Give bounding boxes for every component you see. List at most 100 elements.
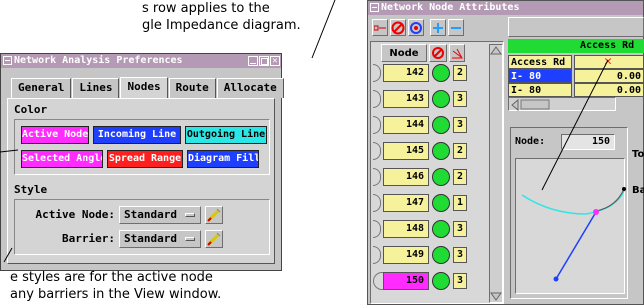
angle-column-header-icon[interactable] <box>449 44 465 62</box>
tab-allocate[interactable]: Allocate <box>216 78 284 98</box>
active-node-style-value: Standard <box>124 208 177 221</box>
refresh-icon[interactable] <box>408 19 424 36</box>
node-line-count[interactable]: 2 <box>453 143 467 159</box>
table-row[interactable]: Access Rd ✕ <box>508 55 644 69</box>
minimize-icon[interactable] <box>248 56 258 66</box>
node-id[interactable]: 143 <box>383 90 429 108</box>
node-row[interactable]: 144 3 <box>373 116 487 134</box>
node-row[interactable]: 143 3 <box>373 90 487 108</box>
tab-route[interactable]: Route <box>168 78 216 98</box>
node-line-count[interactable]: 3 <box>453 117 467 133</box>
node-grid-header: Node <box>381 44 491 62</box>
node-row[interactable]: 146 2 <box>373 168 487 186</box>
attributes-toolbar <box>370 17 504 39</box>
add-record-icon[interactable] <box>430 19 446 36</box>
attributes-window: Network Node Attributes Node 142 2 143 3… <box>367 0 644 305</box>
edit-style-pencil-icon[interactable] <box>205 230 223 248</box>
caption-top-line-2: gle Impedance diagram. <box>142 18 301 33</box>
record-handle[interactable] <box>373 116 381 134</box>
status-ok-icon <box>432 142 450 160</box>
node-row[interactable]: 148 3 <box>373 220 487 238</box>
dropdown-arrow-icon <box>185 213 195 217</box>
record-handle[interactable] <box>373 220 381 238</box>
nodes-tab-page: Color Active Node Incoming Line Outgoing L… <box>7 98 275 264</box>
node-id[interactable]: 145 <box>383 142 429 160</box>
node-row[interactable]: 147 1 <box>373 194 487 212</box>
select-mode-icon[interactable] <box>372 19 388 36</box>
node-label: Node: <box>515 136 546 147</box>
spread-range-color-button[interactable]: Spread Range <box>107 150 183 168</box>
caption-bottom-line-2: any barriers in the View window. <box>10 287 222 302</box>
status-ok-icon <box>432 168 450 186</box>
active-node-style-select[interactable]: Standard <box>119 206 201 224</box>
node-row[interactable]: 142 2 <box>373 64 487 82</box>
style-group: Active Node: Standard Barrier: Standard <box>14 199 270 255</box>
record-handle[interactable] <box>373 194 381 212</box>
caption-top-line-1: s row applies to the <box>142 1 270 16</box>
tab-general[interactable]: General <box>11 78 72 98</box>
node-line-count[interactable]: 2 <box>453 169 467 185</box>
record-handle[interactable] <box>373 246 381 264</box>
node-line-count[interactable]: 3 <box>453 247 467 263</box>
table-row[interactable]: I- 80 0.00 <box>508 83 644 97</box>
close-icon[interactable]: ✕ <box>270 56 280 66</box>
node-id[interactable]: 144 <box>383 116 429 134</box>
node-grid-scrollbar[interactable] <box>489 44 503 303</box>
node-column-header[interactable]: Node <box>381 44 427 62</box>
maximize-icon[interactable] <box>259 56 269 66</box>
record-handle[interactable] <box>373 64 381 82</box>
diagram-fill-color-button[interactable]: Diagram Fill <box>187 150 259 168</box>
row-name: I- 80 <box>508 69 572 83</box>
system-menu-icon[interactable] <box>3 56 12 65</box>
row-value: 0.00 <box>574 69 644 83</box>
status-ok-icon <box>432 272 450 290</box>
attributes-left-pane: Node 142 2 143 3 144 3 145 2 146 2 147 1 148 3 149 3 150… <box>370 17 504 304</box>
tab-nodes[interactable]: Nodes <box>120 77 168 99</box>
node-line-count[interactable]: 3 <box>453 273 467 289</box>
node-id[interactable]: 146 <box>383 168 429 186</box>
incoming-line-color-button[interactable]: Incoming Line <box>93 126 181 144</box>
node-line-count[interactable]: 3 <box>453 221 467 237</box>
node-line-count[interactable]: 2 <box>453 65 467 81</box>
system-menu-icon[interactable] <box>370 3 379 12</box>
node-id[interactable]: 150 <box>383 272 429 290</box>
node-id[interactable]: 149 <box>383 246 429 264</box>
record-handle[interactable] <box>373 90 381 108</box>
status-ok-icon <box>432 90 450 108</box>
node-field[interactable]: 150 <box>561 134 615 150</box>
side-label-top: To <box>632 149 644 160</box>
barrier-style-select[interactable]: Standard <box>119 230 201 248</box>
selected-angle-color-button[interactable]: Selected Angle <box>21 150 103 168</box>
tab-lines[interactable]: Lines <box>72 78 120 98</box>
node-row[interactable]: 150 3 <box>373 272 487 290</box>
node-id[interactable]: 142 <box>383 64 429 82</box>
table-horizontal-scrollbar[interactable] <box>508 97 616 112</box>
turn-impedance-diagram[interactable] <box>515 158 626 294</box>
record-handle[interactable] <box>373 142 381 160</box>
outgoing-line-color-button[interactable]: Outgoing Line <box>185 126 267 144</box>
preferences-title-bar[interactable]: Network Analysis Preferences ✕ <box>1 54 281 68</box>
record-handle[interactable] <box>373 168 381 186</box>
node-id[interactable]: 148 <box>383 220 429 238</box>
dropdown-arrow-icon <box>185 237 195 241</box>
node-row[interactable]: 149 3 <box>373 246 487 264</box>
node-row[interactable]: 145 2 <box>373 142 487 160</box>
active-node-style-label: Active Node: <box>35 208 115 221</box>
attributes-title: Network Node Attributes <box>381 2 520 13</box>
color-section-label: Color <box>14 103 48 116</box>
edit-style-pencil-icon[interactable] <box>205 206 223 224</box>
node-line-count[interactable]: 1 <box>453 195 467 211</box>
remove-record-icon[interactable] <box>448 19 464 36</box>
caption-bottom-line-1: e styles are for the active node <box>10 270 213 285</box>
table-row[interactable]: I- 80 0.00 <box>508 69 644 83</box>
status-ok-icon <box>432 246 450 264</box>
status-column-header-icon[interactable] <box>429 44 447 62</box>
no-entry-icon[interactable] <box>390 19 406 36</box>
node-line-count[interactable]: 3 <box>453 91 467 107</box>
attributes-right-pane: Access Rd Access Rd ✕ I- 80 0.00 I- 80 0… <box>508 17 644 304</box>
active-node-color-button[interactable]: Active Node <box>21 126 89 144</box>
node-id[interactable]: 147 <box>383 194 429 212</box>
preferences-window: Network Analysis Preferences ✕ General Li… <box>0 53 284 271</box>
attributes-title-bar[interactable]: Network Node Attributes <box>368 1 643 15</box>
access-rd-column-header[interactable]: Access Rd <box>508 39 644 53</box>
